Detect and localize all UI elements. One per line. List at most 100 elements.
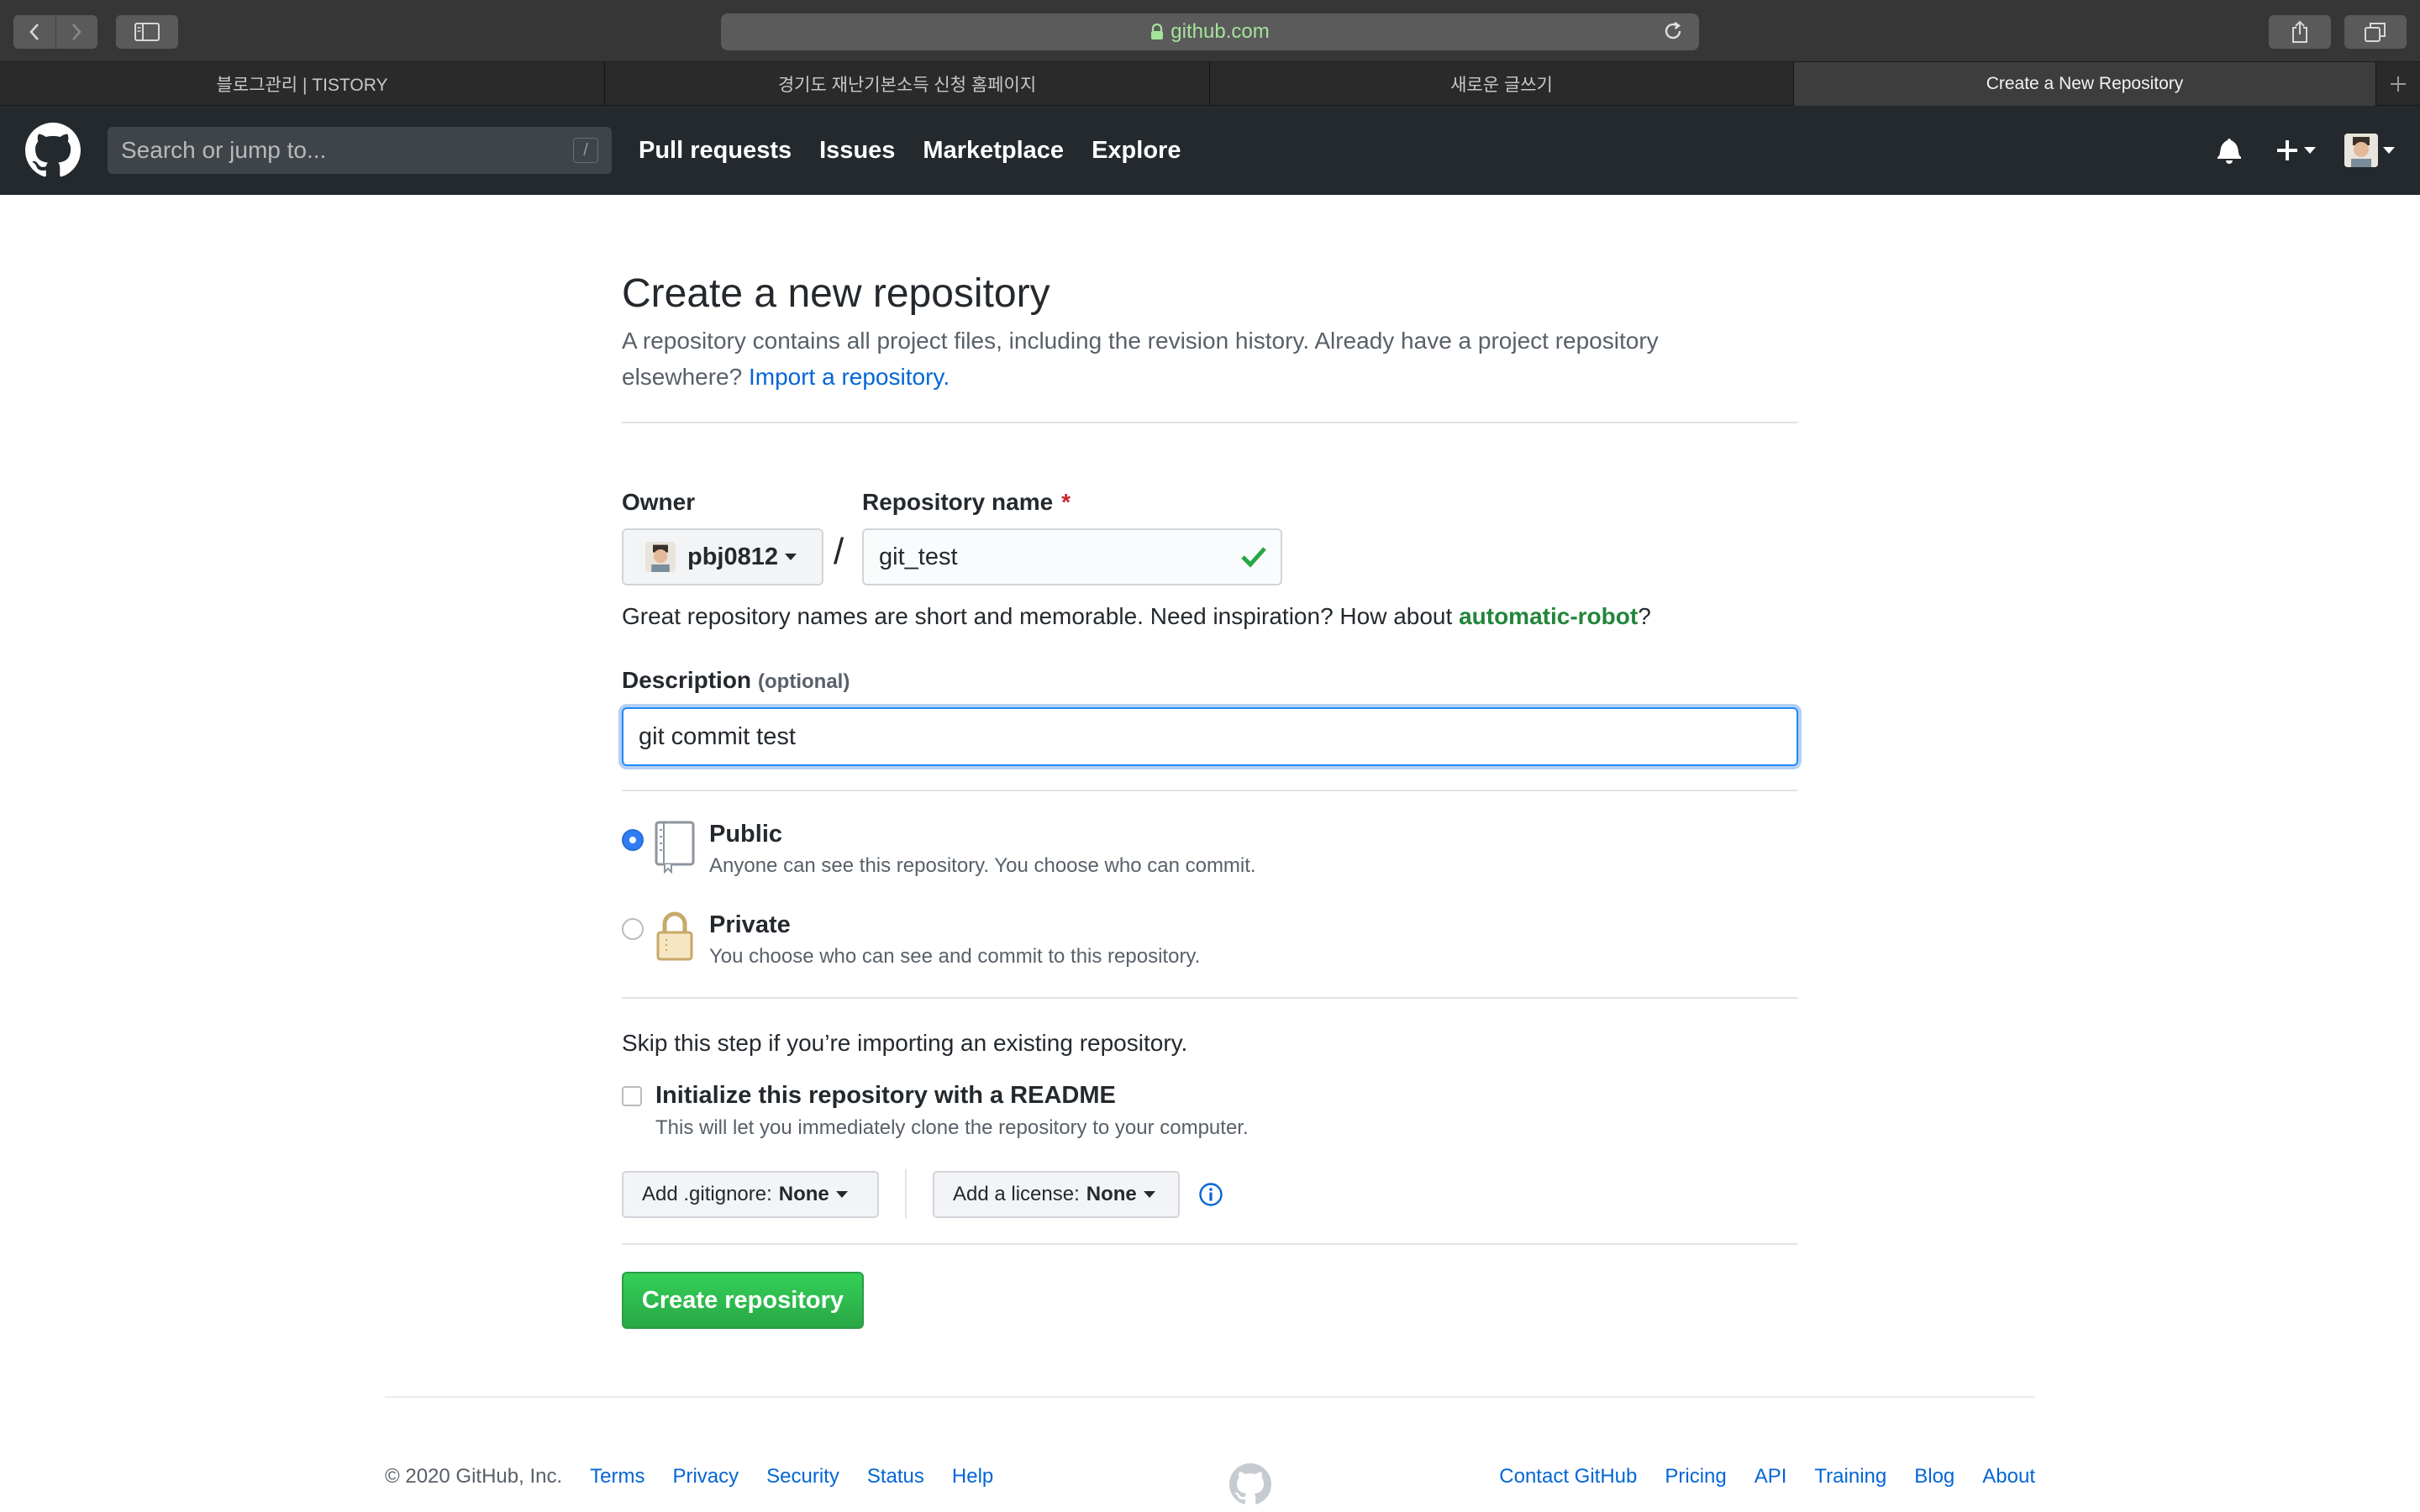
- nav-marketplace[interactable]: Marketplace: [923, 137, 1064, 165]
- public-title: Public: [709, 821, 783, 848]
- owner-select[interactable]: pbj0812: [622, 528, 823, 585]
- github-logo-icon[interactable]: [25, 123, 81, 182]
- nav-pull-requests[interactable]: Pull requests: [639, 137, 792, 165]
- private-title: Private: [709, 911, 791, 938]
- browser-toolbar: github.com: [0, 0, 2420, 62]
- tab-new-post[interactable]: 새로운 글쓰기: [1210, 62, 1794, 106]
- tab-create-repository[interactable]: Create a New Repository: [1794, 62, 2376, 106]
- browser-tab-bar: 블로그관리 | TISTORY 경기도 재난기본소득 신청 홈페이지 새로운 글…: [0, 62, 2420, 106]
- chevron-down-icon: [1143, 1191, 1155, 1198]
- license-value: None: [1086, 1183, 1137, 1205]
- info-icon[interactable]: [1198, 1182, 1223, 1211]
- footer-left: © 2020 GitHub, Inc. Terms Privacy Securi…: [385, 1465, 993, 1488]
- user-menu[interactable]: [2344, 134, 2395, 167]
- divider: [622, 997, 1798, 999]
- nav-explore[interactable]: Explore: [1092, 137, 1181, 165]
- check-icon: [1240, 545, 1267, 575]
- back-icon[interactable]: [13, 15, 56, 49]
- footer-link-status[interactable]: Status: [867, 1465, 924, 1488]
- divider: [622, 422, 1798, 423]
- readme-checkbox[interactable]: [622, 1086, 642, 1106]
- plus-icon: [2391, 76, 2406, 92]
- create-repository-button[interactable]: Create repository: [622, 1272, 864, 1329]
- footer-divider: [385, 1396, 2035, 1398]
- search-shortcut-badge: /: [573, 138, 598, 163]
- url-text: github.com: [1171, 20, 1270, 43]
- sidebar-icon: [134, 23, 160, 41]
- chevron-down-icon: [835, 1191, 848, 1198]
- private-description: You choose who can see and commit to thi…: [709, 945, 1201, 968]
- new-tab-button[interactable]: [2376, 62, 2420, 106]
- license-select[interactable]: Add a license: None: [933, 1171, 1180, 1218]
- divider: [905, 1169, 907, 1218]
- tab-label: 새로운 글쓰기: [1450, 76, 1553, 95]
- description-input[interactable]: git commit test: [622, 707, 1798, 766]
- tabs-icon: [2365, 23, 2386, 42]
- avatar: [645, 542, 676, 572]
- reload-icon[interactable]: [1660, 18, 1686, 50]
- public-radio[interactable]: [622, 829, 644, 851]
- plus-icon: [2277, 140, 2297, 160]
- tab-tistory[interactable]: 블로그관리 | TISTORY: [0, 62, 605, 106]
- create-new-menu[interactable]: [2275, 139, 2316, 162]
- repository-name-value: git_test: [879, 543, 958, 570]
- footer-link-blog[interactable]: Blog: [1914, 1465, 1954, 1488]
- name-suggestion-link[interactable]: automatic-robot: [1459, 603, 1638, 629]
- owner-label: Owner: [622, 489, 696, 515]
- github-mark-icon[interactable]: [1229, 1463, 1271, 1509]
- share-button[interactable]: [2269, 15, 2331, 49]
- hint-suffix: ?: [1638, 603, 1651, 629]
- back-forward-buttons: [13, 15, 97, 49]
- search-input[interactable]: Search or jump to... /: [108, 127, 612, 174]
- readme-label[interactable]: Initialize this repository with a README: [655, 1082, 1116, 1110]
- import-repository-link[interactable]: Import a repository.: [749, 364, 950, 390]
- repo-name-hint: Great repository names are short and mem…: [622, 603, 1651, 630]
- copyright: © 2020 GitHub, Inc.: [385, 1465, 563, 1488]
- forward-icon[interactable]: [56, 15, 98, 49]
- address-bar[interactable]: github.com: [721, 13, 1699, 50]
- footer-link-help[interactable]: Help: [952, 1465, 993, 1488]
- tabs-overview-button[interactable]: [2344, 15, 2407, 49]
- lock-icon: [654, 909, 696, 967]
- required-mark: *: [1061, 489, 1071, 515]
- tab-label: 블로그관리 | TISTORY: [216, 76, 388, 95]
- footer-link-privacy[interactable]: Privacy: [672, 1465, 739, 1488]
- footer-link-terms[interactable]: Terms: [590, 1465, 644, 1488]
- header-nav: Pull requests Issues Marketplace Explore: [639, 106, 1208, 195]
- bell-icon[interactable]: [2217, 137, 2242, 164]
- tab-label: Create a New Repository: [1986, 74, 2184, 93]
- owner-repo-separator: /: [834, 531, 844, 572]
- footer-right: Contact GitHub Pricing API Training Blog…: [1471, 1465, 2035, 1488]
- footer-link-about[interactable]: About: [1982, 1465, 2035, 1488]
- repository-name-input[interactable]: git_test: [862, 528, 1282, 585]
- sidebar-toggle-button[interactable]: [116, 15, 178, 49]
- readme-description: This will let you immediately clone the …: [655, 1116, 1249, 1139]
- footer-link-api[interactable]: API: [1754, 1465, 1787, 1488]
- page-title: Create a new repository: [622, 271, 1050, 316]
- hint-text: Great repository names are short and mem…: [622, 603, 1453, 629]
- gitignore-select[interactable]: Add .gitignore: None: [622, 1171, 879, 1218]
- page-subtitle: A repository contains all project files,…: [622, 323, 1748, 395]
- footer-link-pricing[interactable]: Pricing: [1665, 1465, 1726, 1488]
- description-value: git commit test: [639, 722, 796, 750]
- nav-issues[interactable]: Issues: [819, 137, 895, 165]
- footer-link-training[interactable]: Training: [1814, 1465, 1886, 1488]
- optional-tag: (optional): [758, 670, 850, 693]
- private-radio[interactable]: [622, 918, 644, 940]
- divider: [622, 1243, 1798, 1245]
- chevron-down-icon: [2304, 147, 2316, 154]
- gitignore-label: Add .gitignore:: [642, 1183, 772, 1205]
- owner-value: pbj0812: [687, 543, 778, 570]
- tab-gyeonggi[interactable]: 경기도 재난기본소득 신청 홈페이지: [605, 62, 1210, 106]
- footer-link-security[interactable]: Security: [766, 1465, 839, 1488]
- divider: [622, 790, 1798, 791]
- description-label-text: Description: [622, 667, 752, 693]
- repo-name-label: Repository name *: [862, 489, 1071, 516]
- repo-icon: [654, 820, 696, 878]
- skip-step-text: Skip this step if you’re importing an ex…: [622, 1030, 1188, 1056]
- share-icon: [2292, 20, 2307, 43]
- footer-link-contact[interactable]: Contact GitHub: [1499, 1465, 1637, 1488]
- repo-name-label-text: Repository name: [862, 489, 1054, 515]
- description-label: Description (optional): [622, 667, 850, 694]
- chevron-down-icon: [785, 554, 797, 560]
